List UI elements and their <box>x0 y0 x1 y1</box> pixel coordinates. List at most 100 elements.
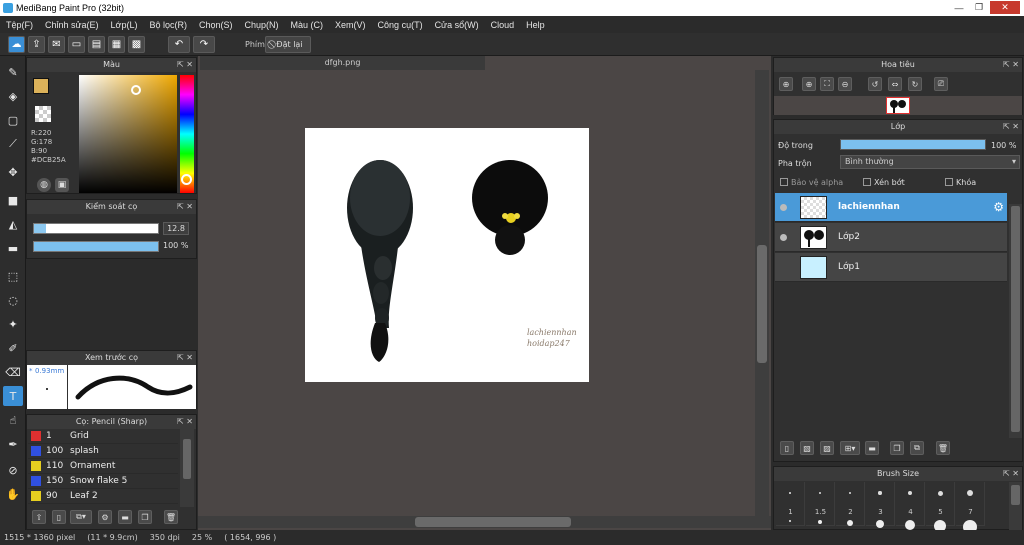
grid-icon[interactable]: ▩ <box>128 36 145 53</box>
layer-scrollbar[interactable] <box>1009 204 1022 438</box>
new-brush-icon[interactable]: ▯ <box>52 510 66 524</box>
document-icon[interactable]: ▤ <box>88 36 105 53</box>
horizontal-scroll-thumb[interactable] <box>415 517 571 527</box>
flip-icon[interactable]: ⇔ <box>888 77 902 91</box>
menu-cloud[interactable]: Cloud <box>485 20 521 30</box>
new-halftone-layer-icon[interactable]: ▧ <box>800 441 814 455</box>
brush-item[interactable]: 90 Leaf 2 <box>28 489 178 504</box>
panel-close-icon[interactable]: ⇱ ✕ <box>1003 58 1019 72</box>
menu-view[interactable]: Xem(V) <box>329 20 372 30</box>
layer-row[interactable]: Lớp1 <box>775 253 1007 282</box>
brush-item[interactable]: 100 splash <box>28 444 178 459</box>
panel-close-icon[interactable]: ⇱ ✕ <box>177 58 193 72</box>
eyedropper-icon[interactable]: ⊘ <box>3 460 23 480</box>
foreground-color-swatch[interactable] <box>33 78 49 94</box>
message-icon[interactable]: ▭ <box>68 36 85 53</box>
layer-folder-icon[interactable]: ▬ <box>865 441 879 455</box>
operation-tool-icon[interactable]: ☝ <box>3 410 23 430</box>
menu-select[interactable]: Chọn(S) <box>193 20 239 30</box>
blend-mode-select[interactable]: Bình thường ▾ <box>840 155 1020 169</box>
eraser-tool-icon[interactable]: ◈ <box>3 86 23 106</box>
document-tab[interactable]: dfgh.png <box>200 56 485 70</box>
menu-window[interactable]: Cửa sổ(W) <box>429 20 485 30</box>
zoom-in-icon[interactable]: ⊕ <box>779 77 793 91</box>
reset-button[interactable]: ⃠Đặt lại <box>265 36 311 53</box>
layer-settings-icon[interactable]: ⚙ <box>993 200 1004 214</box>
panel-close-icon[interactable]: ⇱ ✕ <box>177 351 193 365</box>
menu-edit[interactable]: Chỉnh sửa(E) <box>39 20 105 30</box>
brush-size-cell[interactable]: 5 <box>926 482 955 532</box>
clipping-checkbox[interactable]: Xén bớt <box>863 178 905 187</box>
zoom-in-icon[interactable]: ⊕ <box>802 77 816 91</box>
canvas-paper[interactable]: lachiennhan hoidap247 <box>305 128 589 382</box>
brush-size-cell[interactable]: 3 <box>866 482 895 528</box>
menu-file[interactable]: Tệp(F) <box>0 20 39 30</box>
fit-window-icon[interactable]: ⛶ <box>820 77 834 91</box>
close-icon[interactable]: ✕ <box>990 1 1020 14</box>
layer-row[interactable]: Lớp2 <box>775 223 1007 252</box>
fill-rect-tool-icon[interactable]: ■ <box>3 190 23 210</box>
line-tool-icon[interactable]: ⟋ <box>3 134 23 154</box>
minimize-icon[interactable]: — <box>950 1 968 14</box>
color-picker-handle[interactable] <box>131 85 141 95</box>
rotate-left-icon[interactable]: ↺ <box>868 77 882 91</box>
new-8bit-layer-icon[interactable]: ▨ <box>820 441 834 455</box>
undo-icon[interactable]: ↶ <box>168 36 190 53</box>
delete-layer-icon[interactable]: 🗑 <box>936 441 950 455</box>
palette-icon[interactable]: ◍ <box>37 178 51 192</box>
select-tool-icon[interactable]: ⬚ <box>3 266 23 286</box>
saturation-value-picker[interactable] <box>79 75 177 193</box>
brush-size-cell[interactable]: 1.5 <box>806 482 835 526</box>
brush-folder-icon[interactable]: ▬ <box>118 510 132 524</box>
brush-item[interactable]: 150 Snow flake 5 <box>28 474 178 489</box>
brush-opacity-slider[interactable] <box>33 241 159 252</box>
gradient-tool-icon[interactable]: ▬ <box>3 238 23 258</box>
panel-close-icon[interactable]: ⇱ ✕ <box>177 200 193 214</box>
upload-icon[interactable]: ⇪ <box>28 36 45 53</box>
menu-layer[interactable]: Lớp(L) <box>105 20 144 30</box>
menu-filter[interactable]: Bộ lọc(R) <box>143 20 193 30</box>
brush-size-cell[interactable]: 1 <box>776 482 805 526</box>
vertical-scroll-thumb[interactable] <box>757 245 767 363</box>
brush-item[interactable]: 1 Grid <box>28 429 178 444</box>
visibility-icon[interactable] <box>780 234 787 241</box>
brush-size-cell[interactable]: 2 <box>836 482 865 526</box>
lock-checkbox[interactable]: Khóa <box>945 178 976 187</box>
add-layer-menu-icon[interactable]: ⊞▾ <box>840 441 860 455</box>
menu-help[interactable]: Help <box>520 20 551 30</box>
hand-tool-icon[interactable]: ✋ <box>3 484 23 504</box>
brush-menu-icon[interactable]: ⧉▾ <box>70 510 92 524</box>
comment-icon[interactable]: ✉ <box>48 36 65 53</box>
panel-close-icon[interactable]: ⇱ ✕ <box>1003 120 1019 134</box>
menu-capture[interactable]: Chụp(N) <box>239 20 285 30</box>
brush-size-slider[interactable] <box>33 223 159 234</box>
move-tool-icon[interactable]: ✥ <box>3 162 23 182</box>
visibility-icon[interactable] <box>780 204 787 211</box>
hue-slider-handle[interactable] <box>181 174 192 185</box>
navigator-preview[interactable] <box>774 96 1022 115</box>
bucket-tool-icon[interactable]: ◭ <box>3 214 23 234</box>
rotate-right-icon[interactable]: ↻ <box>908 77 922 91</box>
cloud-icon[interactable]: ☁ <box>8 36 25 53</box>
maximize-icon[interactable]: ❐ <box>970 1 988 14</box>
brush-tool-icon[interactable]: ✎ <box>3 62 23 82</box>
brush-item[interactable]: 110 Ornament <box>28 459 178 474</box>
brush-list-scrollbar[interactable] <box>180 429 194 507</box>
brush-size-value[interactable]: 12.8 <box>163 222 189 235</box>
brush-size-cell[interactable]: 7 <box>956 482 985 534</box>
menu-tools[interactable]: Công cụ(T) <box>372 20 429 30</box>
duplicate-layer-icon[interactable]: ❐ <box>890 441 904 455</box>
panel-icon[interactable]: ▦ <box>108 36 125 53</box>
add-brush-icon[interactable]: ⇧ <box>32 510 46 524</box>
redo-icon[interactable]: ↷ <box>193 36 215 53</box>
layer-opacity-slider[interactable] <box>840 139 986 150</box>
magic-wand-icon[interactable]: ✦ <box>3 314 23 334</box>
new-layer-icon[interactable]: ▯ <box>780 441 794 455</box>
transparent-swatch[interactable] <box>35 106 51 122</box>
reset-view-icon[interactable]: ⎚ <box>934 77 948 91</box>
brush-size-cell[interactable]: 4 <box>896 482 925 530</box>
menu-color[interactable]: Màu (C) <box>285 20 330 30</box>
panel-close-icon[interactable]: ⇱ ✕ <box>177 415 193 429</box>
panel-close-icon[interactable]: ⇱ ✕ <box>1003 467 1019 481</box>
layer-row-selected[interactable]: lachiennhan ⚙ <box>775 193 1007 222</box>
